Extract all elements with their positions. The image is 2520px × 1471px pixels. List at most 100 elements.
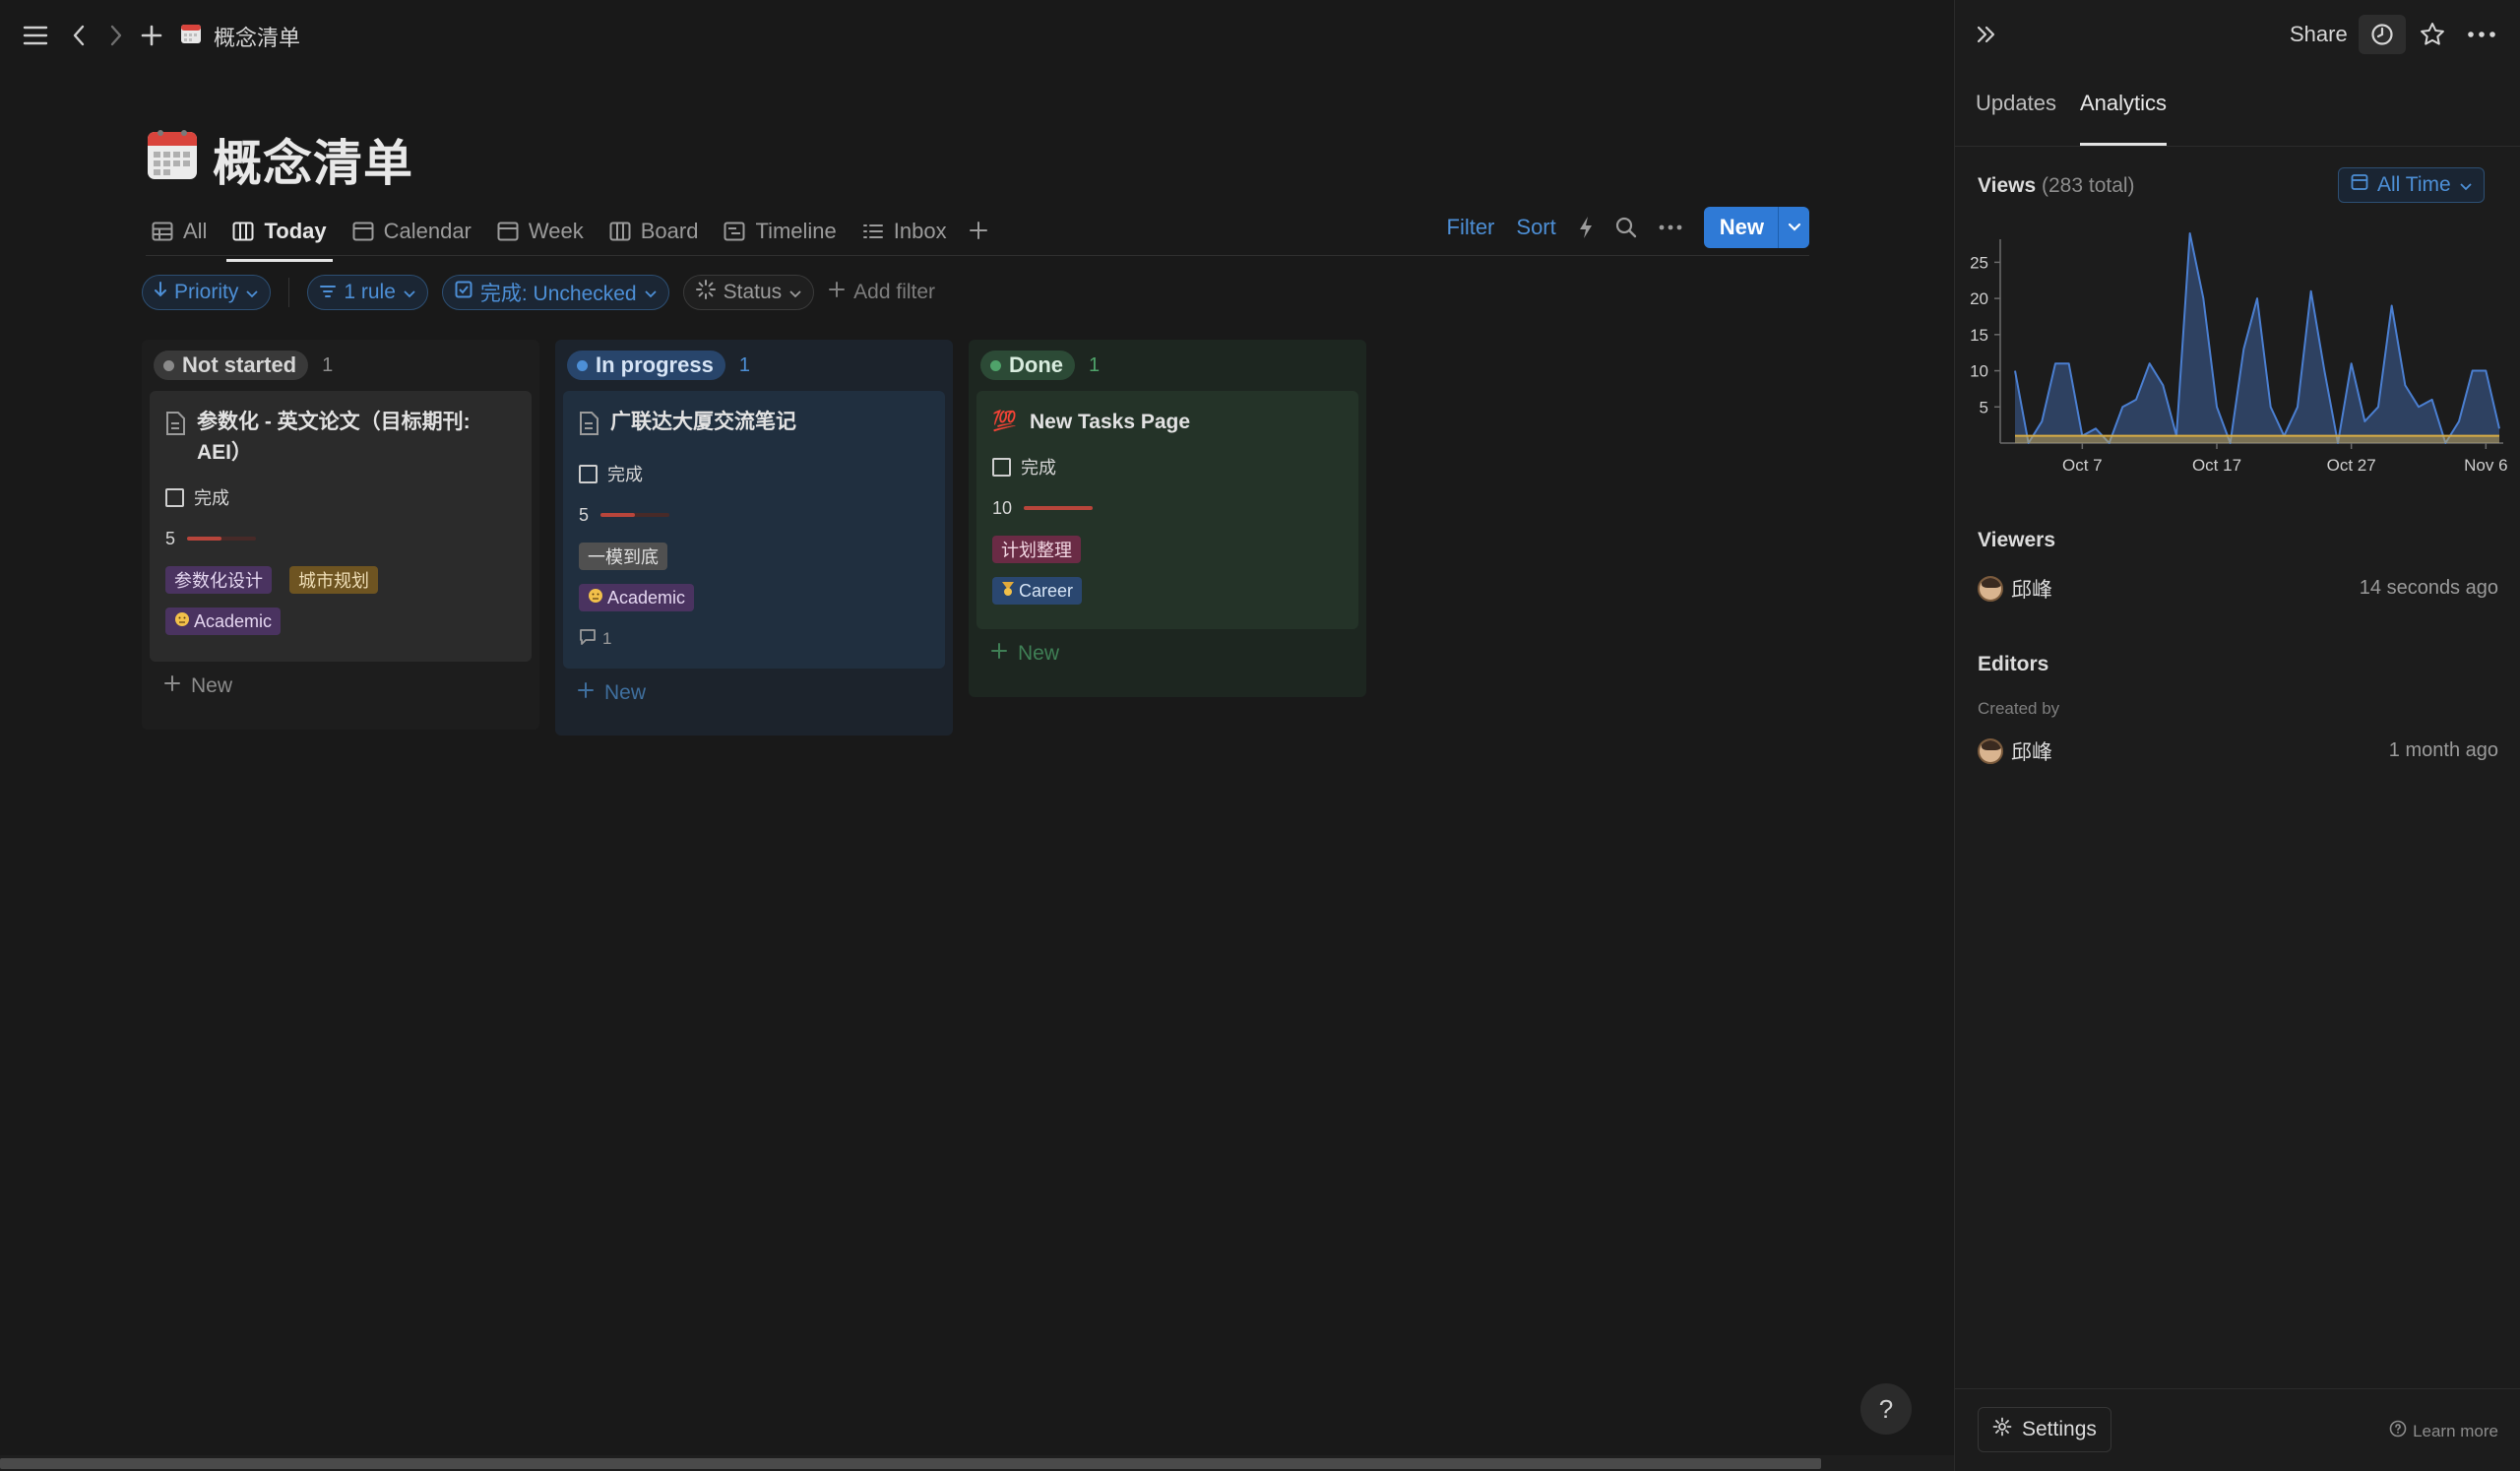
card-title[interactable]: 💯 New Tasks Page (992, 407, 1343, 437)
tab-all[interactable]: All (146, 210, 213, 253)
comment-icon (579, 628, 597, 651)
add-page-icon[interactable] (138, 20, 165, 51)
learn-more-link[interactable]: Learn more (2389, 1420, 2498, 1442)
hundred-points-icon: 💯 (992, 411, 1017, 432)
priority-property: 5 (165, 525, 516, 552)
x-tick-label: Oct 27 (2327, 456, 2376, 475)
done-checkbox[interactable] (165, 487, 184, 507)
new-button-label[interactable]: New (1704, 207, 1778, 248)
tab-updates[interactable]: Updates (1976, 91, 2056, 146)
menu-icon[interactable] (20, 20, 51, 51)
column-header: Not started 1 (150, 340, 532, 391)
views-total: (283 total) (2042, 174, 2135, 197)
history-clock-icon[interactable] (2359, 15, 2406, 54)
search-icon[interactable] (1615, 217, 1637, 238)
category-label: Career (1019, 580, 1074, 601)
breadcrumb-title[interactable]: 概念清单 (214, 21, 300, 52)
status-filter-chip[interactable]: Status (682, 275, 815, 310)
priority-sort-chip[interactable]: Priority (142, 275, 272, 310)
automation-icon[interactable] (1578, 216, 1594, 239)
status-label: Done (1009, 352, 1063, 377)
task-card[interactable]: 广联达大厦交流笔记 完成 5 一模到底 Academic 1 (563, 391, 945, 669)
done-checkbox[interactable] (992, 457, 1011, 477)
x-tick-label: Nov 6 (2464, 456, 2507, 475)
card-title-text: 广联达大厦交流笔记 (610, 411, 796, 433)
tags-property: 参数化设计 城市规划 (165, 566, 516, 594)
y-tick-label: 10 (1970, 362, 1988, 381)
tab-label: Calendar (383, 219, 472, 243)
horizontal-scrollbar[interactable] (0, 1455, 1954, 1471)
scrollbar-thumb[interactable] (0, 1458, 1821, 1469)
task-card[interactable]: 💯 New Tasks Page 完成 10 计划整理 Career (976, 391, 1358, 629)
category-label: Academic (607, 587, 686, 608)
viewer-row[interactable]: 邱峰 (1978, 574, 2052, 604)
checkbox-label: 完成 (194, 488, 229, 508)
add-view-icon[interactable] (969, 215, 988, 248)
column-header: In progress 1 (563, 340, 945, 391)
sort-button[interactable]: Sort (1516, 215, 1555, 240)
category-property: Academic (165, 608, 516, 635)
add-card-button[interactable]: New (150, 662, 532, 711)
settings-button[interactable]: Settings (1978, 1407, 2111, 1452)
chevron-down-icon (789, 281, 801, 304)
back-icon[interactable] (67, 20, 91, 51)
tab-analytics[interactable]: Analytics (2079, 91, 2168, 146)
medal-icon (1001, 581, 1015, 602)
chip-label: Status (723, 281, 783, 303)
time-range-dropdown[interactable]: All Time (2338, 167, 2485, 203)
forward-icon[interactable] (104, 20, 128, 51)
tab-week[interactable]: Week (491, 210, 590, 253)
thinking-face-icon (588, 588, 603, 608)
status-badge[interactable]: Not started (154, 351, 309, 380)
card-title[interactable]: 广联达大厦交流笔记 (579, 407, 929, 444)
collapse-panel-icon[interactable] (1972, 20, 2001, 49)
card-title[interactable]: 参数化 - 英文论文（目标期刊: AEI） (165, 407, 516, 468)
tab-calendar[interactable]: Calendar (346, 210, 477, 253)
editor-row[interactable]: 邱峰 (1978, 736, 2052, 766)
more-icon[interactable] (2462, 20, 2501, 49)
filter-button[interactable]: Filter (1447, 215, 1495, 240)
priority-value: 5 (579, 504, 590, 525)
add-card-button[interactable]: New (976, 629, 1358, 678)
star-icon[interactable] (2414, 16, 2451, 53)
more-icon[interactable] (1659, 224, 1682, 230)
plus-icon (577, 681, 595, 705)
tab-label: Inbox (893, 219, 947, 243)
tab-board[interactable]: Board (603, 210, 705, 253)
tab-timeline[interactable]: Timeline (718, 210, 842, 253)
y-tick-label: 5 (1980, 398, 1988, 416)
plus-icon (828, 281, 846, 304)
chevron-down-icon[interactable] (1778, 207, 1809, 248)
done-checkbox[interactable] (579, 464, 598, 483)
add-card-label: New (191, 674, 233, 697)
viewer-name: 邱峰 (2011, 579, 2052, 602)
priority-property: 10 (992, 494, 1343, 522)
priority-value: 5 (165, 528, 176, 548)
help-button[interactable]: ? (1860, 1383, 1912, 1435)
calendar-page-icon (180, 23, 202, 44)
chevron-down-icon (246, 281, 258, 304)
app-window: 概念清单 概念清单 All Today Calendar Week Board (0, 0, 2520, 1471)
y-tick-label: 25 (1970, 253, 1988, 272)
page-title[interactable]: 概念清单 (213, 124, 413, 195)
status-badge[interactable]: In progress (567, 351, 725, 380)
rule-filter-chip[interactable]: 1 rule (307, 275, 428, 310)
add-filter-button[interactable]: Add filter (828, 281, 935, 304)
new-button[interactable]: New (1703, 207, 1809, 248)
comment-count[interactable]: 1 (579, 625, 929, 653)
task-card[interactable]: 参数化 - 英文论文（目标期刊: AEI） 完成 5 参数化设计 城市规划 Aca… (150, 391, 532, 662)
status-badge[interactable]: Done (980, 351, 1075, 380)
share-button[interactable]: Share (2290, 22, 2348, 47)
filter-lines-icon (320, 281, 337, 304)
card-title-line: AEI） (197, 441, 253, 464)
thinking-face-icon (174, 611, 190, 632)
created-by-label: Created by (1978, 699, 2060, 718)
done-filter-chip[interactable]: 完成: Unchecked (441, 275, 669, 310)
tab-inbox[interactable]: Inbox (856, 210, 953, 253)
calendar-page-icon[interactable] (146, 128, 199, 181)
add-card-button[interactable]: New (563, 669, 945, 718)
viewer-time: 14 seconds ago (2359, 577, 2498, 599)
category-tag: Academic (579, 584, 695, 611)
tab-today[interactable]: Today (226, 210, 333, 262)
filter-bar: Priority 1 rule 完成: Unchecked Status Add… (142, 274, 935, 311)
